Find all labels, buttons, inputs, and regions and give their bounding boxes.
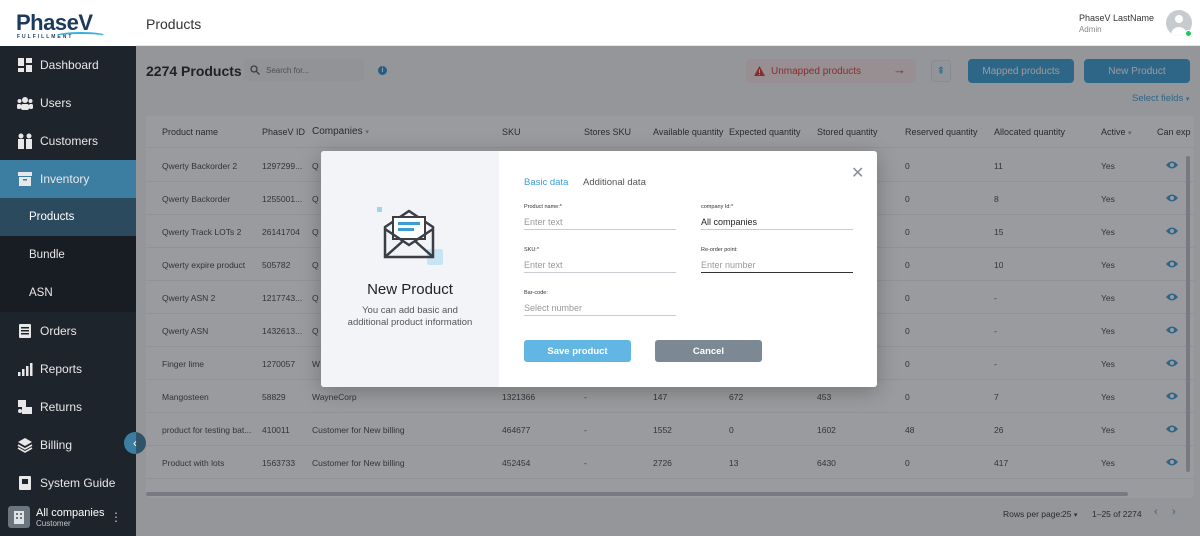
orders-icon (16, 322, 34, 340)
save-product-button[interactable]: Save product (524, 340, 631, 362)
sidebar-item-system-guide[interactable]: System Guide (0, 464, 136, 502)
sidebar-item-label: ASN (29, 287, 53, 299)
sidebar-item-products[interactable]: Products (0, 198, 136, 236)
sidebar-item-billing[interactable]: Billing (0, 426, 136, 464)
modal-title: New Product (367, 281, 453, 298)
sidebar-item-customers[interactable]: Customers (0, 122, 136, 160)
customers-icon (16, 132, 34, 150)
tab-basic-data[interactable]: Basic data (524, 177, 568, 188)
user-role: Admin (1078, 25, 1102, 34)
sidebar-item-label: Inventory (40, 172, 90, 186)
barcode-input[interactable] (524, 300, 676, 316)
sidebar-item-label: Customers (40, 134, 99, 148)
billing-icon (16, 436, 34, 454)
sidebar-item-reports[interactable]: Reports (0, 350, 136, 388)
cancel-label: Cancel (692, 345, 725, 357)
sidebar-item-label: Users (40, 96, 72, 110)
company-name: All companies (36, 506, 105, 519)
sidebar-item-label: Returns (40, 400, 83, 414)
avatar-head-icon (1175, 15, 1183, 23)
product-name-field: Product name:* (524, 204, 676, 230)
sidebar-item-label: Bundle (29, 249, 65, 261)
reorder-point-label: Re-order point: (701, 247, 738, 253)
sidebar-item-label: Dashboard (40, 58, 99, 72)
product-name-input[interactable] (524, 214, 676, 230)
sidebar-item-orders[interactable]: Orders (0, 312, 136, 350)
save-label: Save product (547, 345, 608, 357)
tab-additional-data[interactable]: Additional data (583, 177, 646, 188)
product-name-label: Product name:* (524, 204, 562, 210)
sku-field: SKU:* (524, 247, 676, 273)
reorder-point-field: Re-order point: (701, 247, 853, 273)
sidebar-item-label: Billing (40, 438, 73, 452)
top-header: Products PhaseV LastName Admin (136, 0, 1200, 46)
more-vertical-icon[interactable]: ⋮ (110, 510, 122, 524)
users-icon (16, 94, 34, 112)
sidebar-item-label: Reports (40, 362, 83, 376)
logo-swoosh-icon (56, 32, 106, 40)
company-switcher[interactable]: All companies Customer ⋮ (0, 498, 136, 536)
sidebar-item-returns[interactable]: Returns (0, 388, 136, 426)
new-product-modal: New Product You can add basic and additi… (321, 151, 877, 387)
company-id-field: company Id:* (701, 204, 853, 230)
close-icon[interactable]: ✕ (851, 163, 864, 183)
sidebar-item-users[interactable]: Users (0, 84, 136, 122)
modal-description: You can add basic and additional product… (347, 305, 473, 328)
guide-icon (16, 474, 34, 492)
sku-input[interactable] (524, 257, 676, 273)
user-info[interactable]: PhaseV LastName Admin (1079, 13, 1154, 35)
sidebar-item-label: Products (29, 211, 75, 223)
sidebar-item-label: Orders (40, 324, 77, 338)
sku-label: SKU:* (524, 247, 539, 253)
sidebar-item-inventory[interactable]: Inventory (0, 160, 136, 198)
reorder-point-input[interactable] (701, 257, 853, 273)
sidebar-item-asn[interactable]: ASN (0, 274, 136, 312)
company-id-input[interactable] (701, 214, 853, 230)
page-title: Products (146, 16, 202, 32)
company-building-icon (8, 506, 30, 528)
online-status-icon (1185, 30, 1192, 37)
company-role: Customer (36, 518, 71, 528)
inventory-icon (16, 170, 34, 188)
sidebar-item-bundle[interactable]: Bundle (0, 236, 136, 274)
barcode-label: Bar-code: (524, 290, 548, 296)
user-name: PhaseV LastName (1078, 13, 1154, 23)
barcode-field: Bar-code: (524, 290, 676, 316)
company-id-label: company Id:* (701, 204, 734, 210)
dashboard-icon (16, 56, 34, 74)
sidebar: PhaseV FULFILLMENT Dashboard Users Custo… (0, 0, 136, 536)
cancel-button[interactable]: Cancel (655, 340, 762, 362)
modal-info-panel: New Product You can add basic and additi… (321, 151, 499, 387)
sidebar-item-label: System Guide (40, 476, 116, 490)
logo[interactable]: PhaseV FULFILLMENT (0, 0, 136, 46)
returns-icon (16, 398, 34, 416)
envelope-icon (377, 207, 443, 265)
sidebar-item-dashboard[interactable]: Dashboard (0, 46, 136, 84)
reports-icon (16, 360, 34, 378)
